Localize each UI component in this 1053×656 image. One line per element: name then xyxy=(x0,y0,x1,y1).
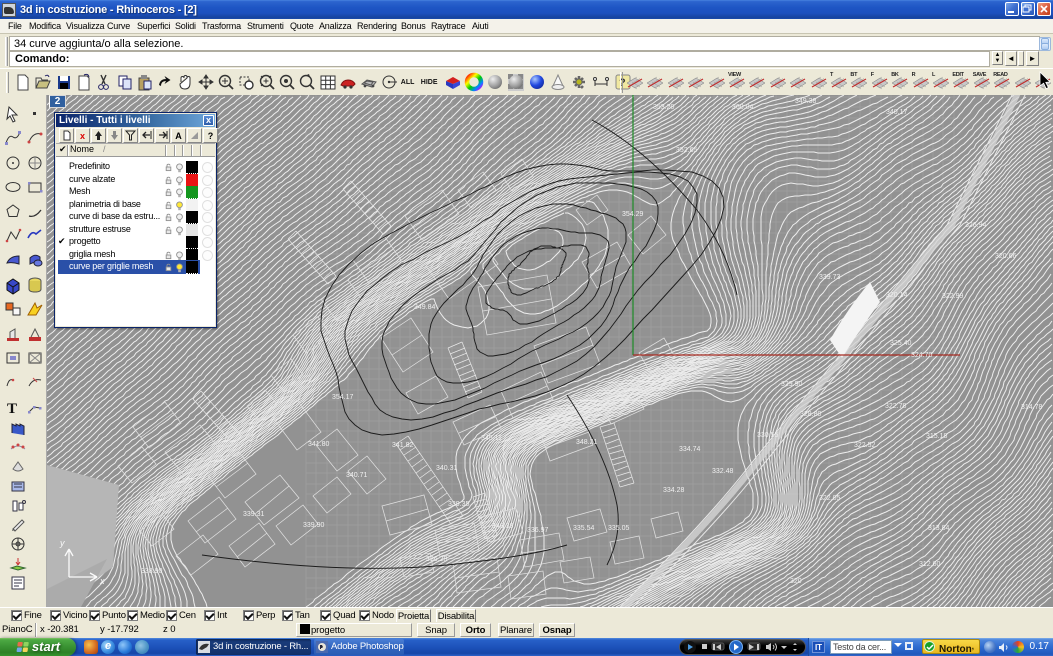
svg-text:322.52: 322.52 xyxy=(854,442,876,449)
svg-text:335.05: 335.05 xyxy=(608,525,630,532)
svg-text:320.66: 320.66 xyxy=(995,253,1017,260)
svg-text:320.14: 320.14 xyxy=(886,292,908,299)
svg-text:315.18: 315.18 xyxy=(926,433,948,440)
svg-text:T: T xyxy=(7,401,17,417)
svg-text:330.55: 330.55 xyxy=(757,432,779,439)
svg-text:322.78: 322.78 xyxy=(885,403,907,410)
svg-text:335.54: 335.54 xyxy=(573,525,595,532)
svg-text:334.28: 334.28 xyxy=(663,487,685,494)
svg-text:314.78: 314.78 xyxy=(1021,404,1043,411)
svg-text:313.84: 313.84 xyxy=(928,525,950,532)
svg-text:340.31: 340.31 xyxy=(436,465,458,472)
svg-text:336.28: 336.28 xyxy=(426,556,448,563)
svg-text:322.99: 322.99 xyxy=(942,293,964,300)
svg-text:326.94: 326.94 xyxy=(965,222,987,229)
svg-text:339.35: 339.35 xyxy=(448,501,470,508)
svg-text:354.29: 354.29 xyxy=(622,211,644,218)
svg-text:x: x xyxy=(99,576,105,586)
svg-text:340.17: 340.17 xyxy=(886,109,908,116)
svg-text:339.31: 339.31 xyxy=(243,511,265,518)
svg-text:349.84: 349.84 xyxy=(414,304,436,311)
svg-text:320: 320 xyxy=(790,578,802,585)
svg-text:y: y xyxy=(59,538,65,548)
svg-text:324.70: 324.70 xyxy=(911,352,933,359)
svg-text:354.17: 354.17 xyxy=(332,394,354,401)
svg-text:352.65: 352.65 xyxy=(676,147,698,154)
svg-text:332.48: 332.48 xyxy=(712,468,734,475)
svg-text:339.90: 339.90 xyxy=(303,522,325,529)
svg-text:349.38: 349.38 xyxy=(795,98,817,105)
svg-text:348.21: 348.21 xyxy=(576,439,598,446)
svg-text:336.97: 336.97 xyxy=(527,527,549,534)
svg-text:353.20: 353.20 xyxy=(653,104,675,111)
svg-text:340.71: 340.71 xyxy=(346,472,368,479)
svg-text:325.40: 325.40 xyxy=(890,340,912,347)
svg-text:348.38: 348.38 xyxy=(492,523,514,530)
svg-text:341.80: 341.80 xyxy=(308,441,330,448)
svg-text:360.04: 360.04 xyxy=(732,104,754,111)
svg-text:322.05: 322.05 xyxy=(819,495,841,502)
svg-text:345.11: 345.11 xyxy=(481,435,502,442)
svg-text:341.82: 341.82 xyxy=(392,442,414,449)
svg-text:329.90: 329.90 xyxy=(781,381,803,388)
svg-text:328.80: 328.80 xyxy=(800,411,822,418)
svg-text:338.90: 338.90 xyxy=(141,568,163,575)
svg-text:339.73: 339.73 xyxy=(819,274,841,281)
svg-text:334.74: 334.74 xyxy=(679,446,701,453)
svg-text:312.60: 312.60 xyxy=(919,561,941,568)
